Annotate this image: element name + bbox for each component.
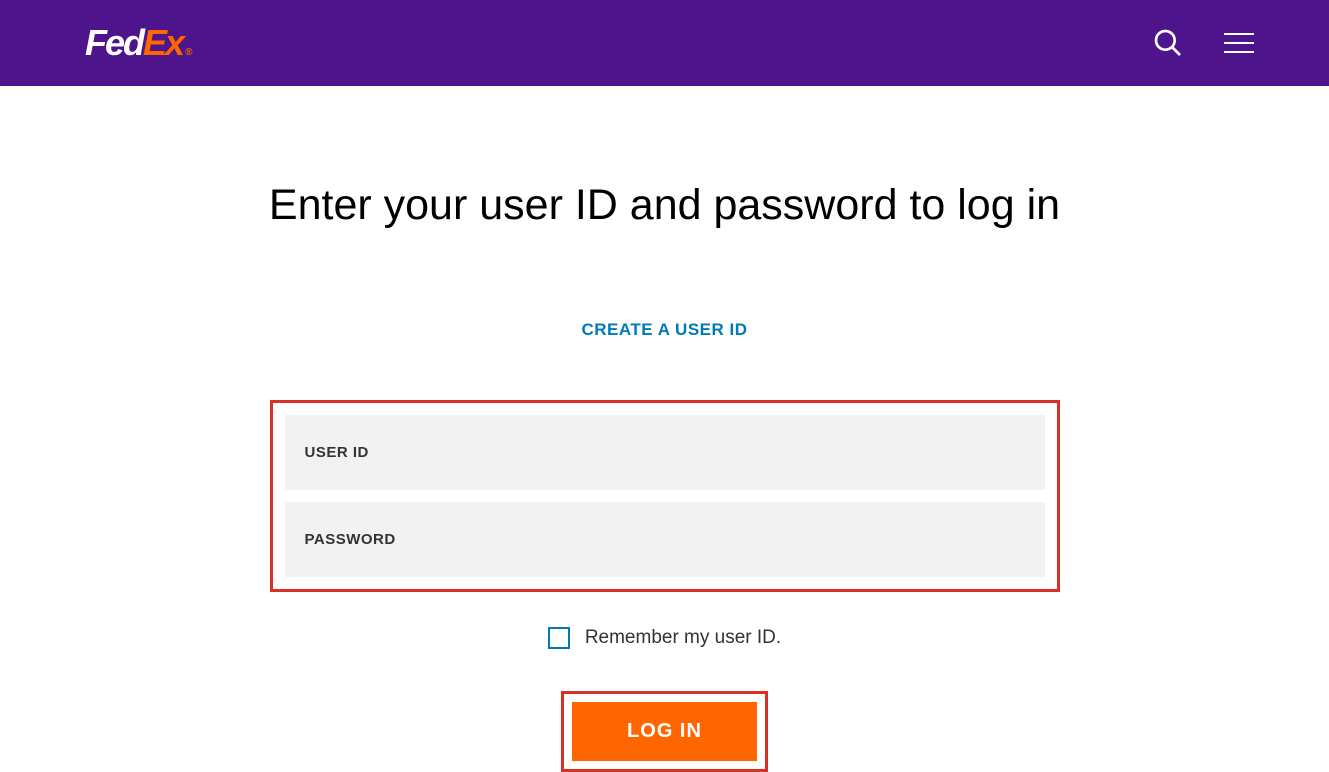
logo-trademark: ® [185,48,190,58]
create-user-id-link[interactable]: CREATE A USER ID [581,320,747,340]
main-content: Enter your user ID and password to log i… [115,86,1215,772]
search-icon[interactable] [1152,27,1184,59]
remember-checkbox[interactable] [548,627,570,649]
header: FedEx® [0,0,1329,86]
page-title: Enter your user ID and password to log i… [115,181,1215,230]
fedex-logo[interactable]: FedEx® [85,25,190,61]
menu-icon[interactable] [1224,33,1254,53]
login-form-container [270,400,1060,592]
remember-checkbox-row: Remember my user ID. [115,627,1215,649]
logo-fed-text: Fed [85,25,143,61]
remember-label: Remember my user ID. [585,627,781,649]
login-button-container: LOG IN [561,691,768,772]
password-input[interactable] [285,502,1045,577]
logo-ex-text: Ex [143,25,183,61]
header-right [1152,27,1254,59]
login-button[interactable]: LOG IN [572,702,757,761]
user-id-input[interactable] [285,415,1045,490]
